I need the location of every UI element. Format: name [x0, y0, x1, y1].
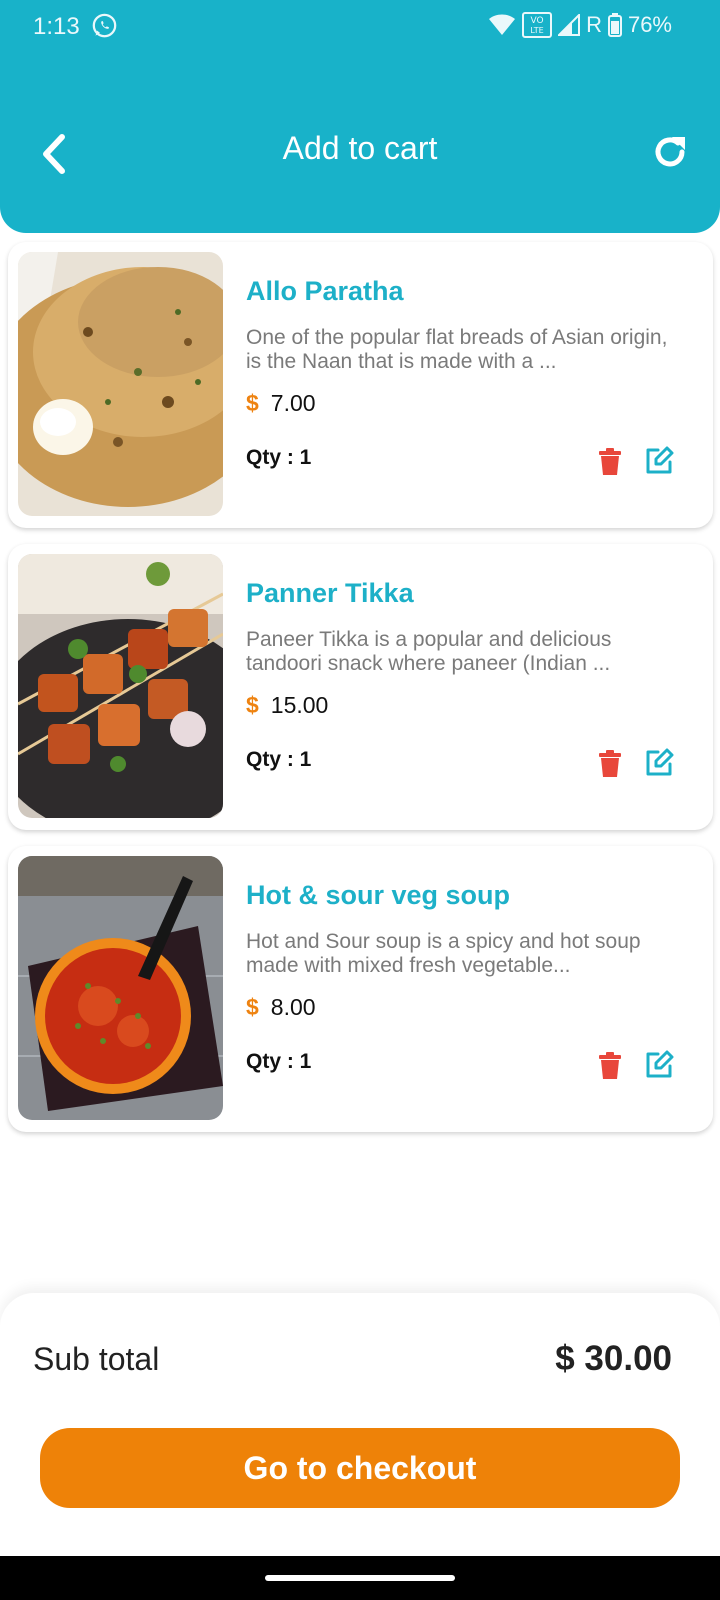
battery-level: 76% [627, 12, 672, 37]
cart-item[interactable]: Panner Tikka Paneer Tikka is a popular a… [8, 544, 713, 830]
item-name: Hot & sour veg soup [246, 880, 511, 910]
volte-icon: VOLTE [522, 12, 553, 38]
refresh-icon[interactable] [652, 134, 688, 170]
item-name: Allo Paratha [246, 276, 404, 306]
currency-symbol: $ [246, 692, 259, 718]
paneer-tikka-photo [18, 554, 223, 818]
item-name: Panner Tikka [246, 578, 414, 608]
subtotal-label: Sub total [33, 1341, 160, 1377]
status-time: 1:13 [33, 13, 80, 40]
cart-summary-panel: Sub total $ 30.00 Go to checkout [0, 1293, 720, 1556]
price-row: $ 7.00 [246, 390, 316, 417]
currency-symbol: $ [246, 390, 259, 416]
soup-photo [18, 856, 223, 1120]
edit-icon[interactable] [644, 1050, 674, 1080]
trash-icon[interactable] [598, 750, 622, 778]
battery-icon [607, 13, 622, 37]
app-header: 1:13 VO LTE R 76% Add to cart [0, 0, 720, 233]
item-description: One of the popular flat breads of Asian … [246, 326, 668, 373]
trash-icon[interactable] [598, 448, 622, 476]
checkout-button[interactable]: Go to checkout [40, 1428, 680, 1508]
subtotal-value: $ 30.00 [555, 1339, 672, 1378]
cart-list: Allo Paratha One of the popular flat bre… [8, 242, 713, 1148]
item-description: Hot and Sour soup is a spicy and hot sou… [246, 930, 641, 977]
status-bar: 1:13 VO LTE R 76% [0, 0, 720, 54]
status-icons: VO LTE R 76% [488, 12, 672, 38]
network-label: R [586, 12, 602, 37]
trash-icon[interactable] [598, 1052, 622, 1080]
price-row: $ 8.00 [246, 994, 316, 1021]
cart-item[interactable]: Allo Paratha One of the popular flat bre… [8, 242, 713, 528]
item-price: 7.00 [270, 390, 316, 416]
paratha-photo [18, 252, 223, 516]
whatsapp-icon [92, 13, 117, 38]
svg-text:LTE: LTE [530, 26, 543, 35]
item-price: 8.00 [270, 994, 316, 1020]
svg-text:VO: VO [531, 16, 544, 26]
item-quantity: Qty : 1 [246, 1050, 312, 1073]
edit-icon[interactable] [644, 446, 674, 476]
cart-item[interactable]: Hot & sour veg soup Hot and Sour soup is… [8, 846, 713, 1132]
price-row: $ 15.00 [246, 692, 328, 719]
page-title: Add to cart [282, 130, 438, 166]
item-quantity: Qty : 1 [246, 748, 312, 771]
item-price: 15.00 [270, 692, 329, 718]
signal-icon [558, 14, 581, 36]
item-description: Paneer Tikka is a popular and delicious … [246, 628, 612, 675]
edit-icon[interactable] [644, 748, 674, 778]
system-nav-bar [0, 1556, 720, 1600]
currency-symbol: $ [246, 994, 259, 1020]
wifi-icon [489, 14, 516, 35]
item-quantity: Qty : 1 [246, 446, 312, 469]
home-gesture-handle[interactable] [265, 1575, 455, 1581]
